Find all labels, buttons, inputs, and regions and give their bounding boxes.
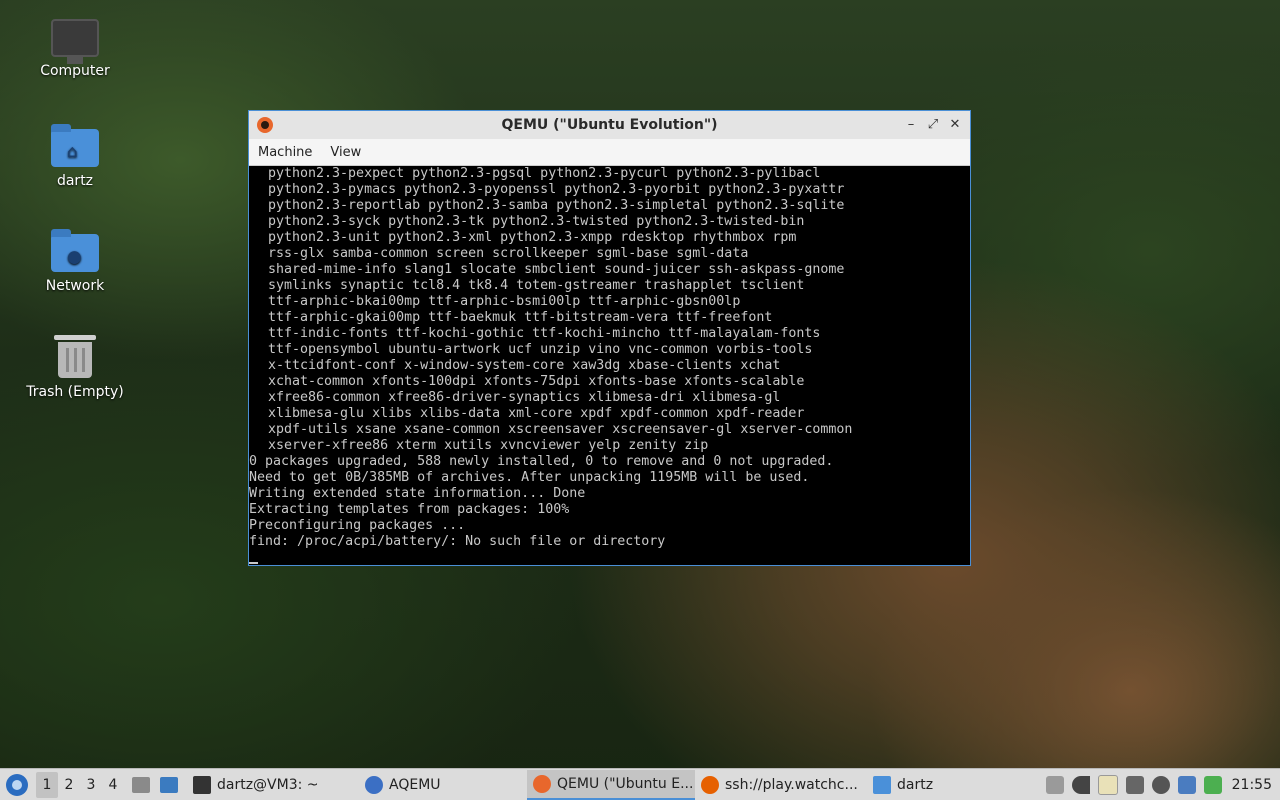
desktop-icon-dartz[interactable]: ⌂ dartz	[20, 124, 130, 189]
console-line: python2.3-unit python2.3-xml python2.3-x…	[268, 230, 797, 245]
terminal-icon	[193, 775, 211, 794]
menu-machine[interactable]: Machine	[249, 145, 321, 160]
workspace-2[interactable]: 2	[58, 772, 80, 798]
console-line: Need to get 0B/385MB of archives. After …	[249, 470, 810, 485]
clipboard-icon[interactable]	[1097, 774, 1118, 795]
home-folder-icon: ⌂	[51, 124, 99, 167]
task-terminal[interactable]: dartz@VM3: ~	[187, 770, 359, 800]
task-qemu[interactable]: QEMU ("Ubuntu E...	[527, 769, 695, 800]
volume-icon[interactable]	[1071, 775, 1090, 794]
show-desktop-icon[interactable]	[132, 776, 150, 793]
desktop-icon-label: Trash (Empty)	[26, 384, 124, 400]
console-line: ttf-arphic-bkai00mp ttf-arphic-bsmi00lp …	[268, 294, 741, 309]
desktop-icon-label: dartz	[56, 173, 94, 189]
menu-view[interactable]: View	[321, 145, 370, 160]
console-line: xlibmesa-glu xlibs xlibs-data xml-core x…	[268, 406, 805, 421]
qemu-icon	[257, 117, 273, 133]
task-label: AQEMU	[389, 776, 441, 793]
computer-icon	[51, 19, 99, 64]
desktop-icon-label: Network	[45, 278, 105, 294]
desktop-icon-network[interactable]: ● Network	[20, 229, 130, 294]
console-line: rss-glx samba-common screen scrollkeeper…	[268, 246, 749, 261]
network-folder-icon: ●	[51, 229, 99, 272]
minimize-button[interactable]: –	[902, 116, 920, 134]
task-label: dartz	[897, 776, 934, 793]
console-line: Extracting templates from packages: 100%	[249, 502, 570, 517]
desktop-icon-trash[interactable]: Trash (Empty)	[20, 334, 130, 400]
firefox-icon	[701, 775, 719, 794]
network-icon[interactable]	[1125, 775, 1144, 794]
folder-icon	[873, 775, 891, 794]
console-line: 0 packages upgraded, 588 newly installed…	[249, 454, 834, 469]
console-line: symlinks synaptic tcl8.4 tk8.4 totem-gst…	[268, 278, 805, 293]
workspace-3[interactable]: 3	[80, 772, 102, 798]
console-line: shared-mime-info slang1 slocate smbclien…	[268, 262, 845, 277]
task-label: ssh://play.watchc...	[725, 776, 858, 793]
console-line: python2.3-reportlab python2.3-samba pyth…	[268, 198, 845, 213]
system-tray: 21:55	[1042, 769, 1280, 800]
console-line: python2.3-syck python2.3-tk python2.3-tw…	[268, 214, 805, 229]
task-label: dartz@VM3: ~	[217, 776, 319, 793]
vm-console[interactable]: python2.3-pexpect python2.3-pgsql python…	[249, 166, 970, 565]
console-line: find: /proc/acpi/battery/: No such file …	[249, 534, 666, 549]
desktop-icon-computer[interactable]: Computer	[20, 14, 130, 79]
bluetooth-icon[interactable]	[1177, 775, 1196, 794]
console-line: x-ttcidfont-conf x-window-system-core xa…	[268, 358, 781, 373]
console-line: ttf-arphic-gkai00mp ttf-baekmuk ttf-bits…	[268, 310, 773, 325]
console-line: xchat-common xfonts-100dpi xfonts-75dpi …	[268, 374, 805, 389]
qemu-icon	[533, 774, 551, 793]
update-icon[interactable]	[1151, 775, 1170, 794]
trash-icon	[54, 335, 96, 378]
task-label: QEMU ("Ubuntu E...	[557, 775, 694, 792]
console-line: ttf-opensymbol ubuntu-artwork ucf unzip …	[268, 342, 813, 357]
aqemu-icon	[365, 775, 383, 794]
console-line: ttf-indic-fonts ttf-kochi-gothic ttf-koc…	[268, 326, 821, 341]
workspace-1[interactable]: 1	[36, 771, 58, 798]
arrow-up-icon[interactable]	[1045, 775, 1064, 794]
desktop-icon-label: Computer	[40, 63, 110, 79]
workspace-4[interactable]: 4	[102, 772, 124, 798]
clock[interactable]: 21:55	[1232, 777, 1272, 793]
window-menubar: Machine View	[249, 139, 970, 166]
close-button[interactable]: ✕	[946, 116, 964, 134]
console-line: Writing extended state information... Do…	[249, 486, 586, 501]
console-line: xserver-xfree86 xterm xutils xvncviewer …	[268, 438, 709, 453]
text-cursor	[249, 562, 258, 564]
console-line: xfree86-common xfree86-driver-synaptics …	[268, 390, 781, 405]
console-line: xpdf-utils xsane xsane-common xscreensav…	[268, 422, 853, 437]
task-aqemu[interactable]: AQEMU	[359, 770, 527, 800]
console-line: python2.3-pymacs python2.3-pyopenssl pyt…	[268, 182, 845, 197]
console-line: python2.3-pexpect python2.3-pgsql python…	[268, 166, 821, 181]
task-dartz-folder[interactable]: dartz	[867, 770, 1007, 800]
taskbar: 1 2 3 4 dartz@VM3: ~ AQEMU QEMU ("Ubuntu…	[0, 768, 1280, 800]
console-cursor-line	[249, 550, 970, 565]
window-titlebar[interactable]: QEMU ("Ubuntu Evolution") – ⤢ ✕	[249, 111, 970, 139]
qemu-window[interactable]: QEMU ("Ubuntu Evolution") – ⤢ ✕ Machine …	[248, 110, 971, 566]
task-firefox[interactable]: ssh://play.watchc...	[695, 770, 867, 800]
window-title: QEMU ("Ubuntu Evolution")	[501, 117, 718, 133]
maximize-button[interactable]: ⤢	[924, 116, 942, 134]
console-line: Preconfiguring packages ...	[249, 518, 466, 533]
app-indicator-icon[interactable]	[1203, 775, 1222, 794]
start-menu-button[interactable]	[6, 773, 28, 796]
file-manager-launcher-icon[interactable]	[160, 776, 178, 793]
